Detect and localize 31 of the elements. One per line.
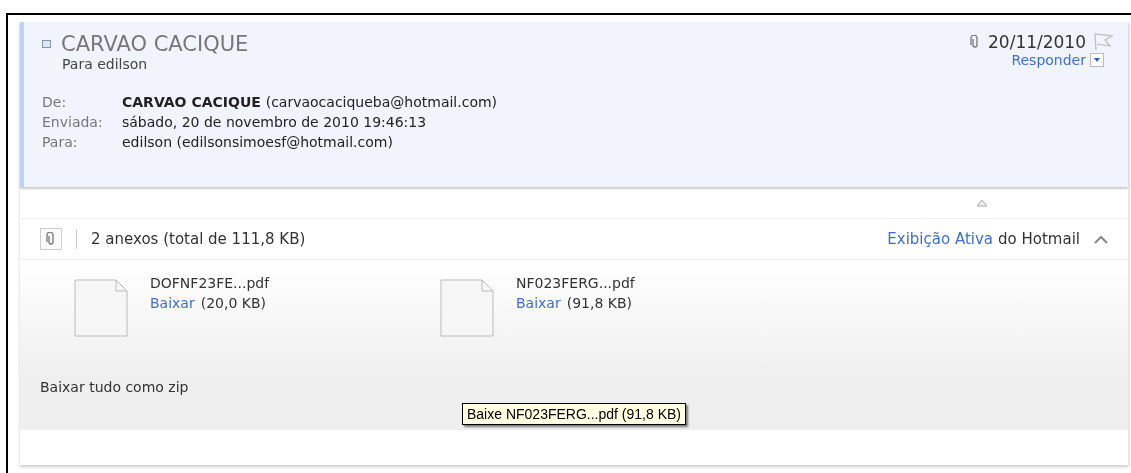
- tooltip: Baixe NF023FERG...pdf (91,8 KB): [462, 403, 686, 425]
- document-icon[interactable]: [440, 279, 494, 337]
- active-view-link[interactable]: Exibição Ativa: [887, 230, 994, 248]
- paperclip-icon: [970, 35, 980, 49]
- field-value: CARVAO CACIQUE (carvaocaciqueba@hotmail.com): [122, 94, 498, 110]
- field-value: edilson (edilsonsimoesf@hotmail.com): [122, 134, 394, 150]
- collapse-icon[interactable]: [42, 40, 51, 48]
- field-label: Enviada:: [42, 114, 104, 130]
- file-size: (20,0 KB): [200, 295, 267, 311]
- field-label: De:: [42, 94, 68, 110]
- field-value: sábado, 20 de novembro de 2010 19:46:13: [122, 114, 428, 130]
- download-link[interactable]: Baixar: [516, 295, 561, 311]
- caret-icon: [1094, 58, 1100, 62]
- download-link[interactable]: Baixar: [150, 295, 195, 311]
- file-name: NF023FERG...pdf: [516, 275, 635, 291]
- expand-triangle-icon[interactable]: [976, 198, 988, 207]
- active-view-label: do Hotmail: [998, 230, 1080, 248]
- document-icon[interactable]: [74, 279, 128, 337]
- message-subject: CARVAO CACIQUE: [61, 32, 249, 56]
- file-size: (91,8 KB): [566, 295, 633, 311]
- attachment-summary: 2 anexos (total de 111,8 KB): [91, 230, 306, 248]
- message-date: 20/11/2010: [988, 32, 1086, 52]
- recipient-line: Para edilson: [62, 56, 149, 72]
- reply-link[interactable]: Responder: [1011, 52, 1086, 68]
- collapse-chevron-icon[interactable]: [1094, 234, 1108, 244]
- field-label: Para:: [42, 134, 79, 150]
- attachment-button[interactable]: [40, 228, 62, 250]
- paperclip-icon: [46, 232, 56, 246]
- download-all-zip-link[interactable]: Baixar tudo como zip: [40, 379, 1128, 395]
- file-name: DOFNF23FE...pdf: [150, 275, 270, 291]
- reply-dropdown-button[interactable]: [1090, 53, 1104, 67]
